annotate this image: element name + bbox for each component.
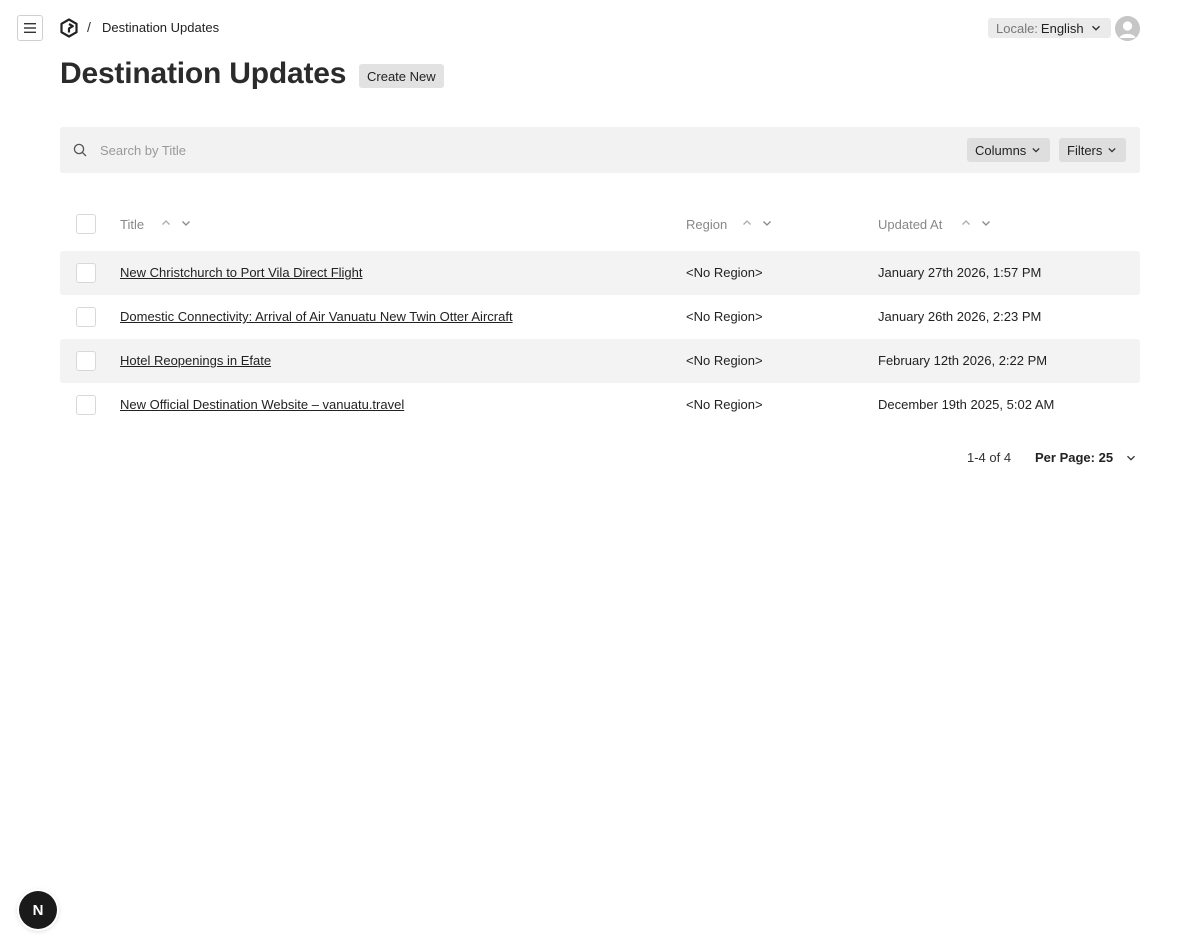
sort-controls-title: [160, 216, 192, 230]
row-region: <No Region>: [686, 397, 763, 412]
sort-controls-region: [741, 216, 773, 230]
chevron-up-icon: [962, 220, 970, 225]
table-row: Domestic Connectivity: Arrival of Air Va…: [60, 295, 1140, 339]
sort-ascending-button[interactable]: [741, 216, 753, 230]
select-all-checkbox[interactable]: [76, 214, 96, 234]
chevron-down-icon: [982, 221, 990, 226]
filters-label: Filters: [1067, 142, 1103, 158]
search-icon: [73, 143, 87, 157]
row-region: <No Region>: [686, 309, 763, 324]
chevron-down-icon: [1032, 147, 1040, 153]
sort-controls-updated-at: [960, 216, 992, 230]
column-header-title: Title: [120, 217, 145, 232]
table-row: New Official Destination Website – vanua…: [60, 383, 1140, 427]
row-checkbox[interactable]: [76, 351, 96, 371]
table-row: New Christchurch to Port Vila Direct Fli…: [60, 251, 1140, 295]
row-region: <No Region>: [686, 353, 763, 368]
menu-toggle-button[interactable]: [17, 15, 43, 41]
user-avatar-icon: [1115, 16, 1140, 41]
row-title-link[interactable]: New Christchurch to Port Vila Direct Fli…: [120, 265, 363, 280]
chevron-up-icon: [743, 220, 751, 225]
locale-value: English: [1040, 20, 1084, 36]
per-page-label: Per Page: 25: [1035, 450, 1114, 465]
search-bar: Columns Filters: [60, 127, 1140, 173]
nextjs-dev-badge[interactable]: N: [19, 891, 57, 929]
row-title-link[interactable]: Domestic Connectivity: Arrival of Air Va…: [120, 309, 513, 324]
row-updated-at: December 19th 2025, 5:02 AM: [878, 397, 1055, 412]
table-header: Title Region Updated At: [60, 200, 1140, 248]
chevron-up-icon: [162, 220, 170, 225]
chevron-down-icon: [763, 221, 771, 226]
sort-descending-button[interactable]: [761, 216, 773, 230]
chevron-down-icon: [1127, 455, 1136, 461]
sort-descending-button[interactable]: [180, 216, 192, 230]
sort-ascending-button[interactable]: [160, 216, 172, 230]
row-region: <No Region>: [686, 265, 763, 280]
column-header-region: Region: [686, 217, 728, 232]
column-header-updated-at: Updated At: [878, 217, 943, 232]
chevron-down-icon: [182, 221, 190, 226]
pagination-info: 1-4 of 4: [967, 450, 1012, 465]
row-updated-at: February 12th 2026, 2:22 PM: [878, 353, 1048, 368]
per-page-selector[interactable]: Per Page: 25: [1035, 450, 1137, 465]
hamburger-menu-icon: [24, 23, 36, 33]
row-updated-at: January 27th 2026, 1:57 PM: [878, 265, 1042, 280]
chevron-down-icon: [1091, 25, 1100, 31]
columns-label: Columns: [975, 142, 1027, 158]
payload-logo-icon[interactable]: [59, 18, 79, 38]
top-bar: / Destination Updates Locale: English: [0, 0, 1200, 56]
breadcrumb-separator: /: [87, 19, 91, 35]
row-title-link[interactable]: Hotel Reopenings in Efate: [120, 353, 271, 368]
sort-ascending-button[interactable]: [960, 216, 972, 230]
create-new-button[interactable]: Create New: [359, 64, 444, 88]
locale-label: Locale:: [996, 20, 1038, 36]
columns-button[interactable]: Columns: [967, 138, 1051, 162]
filters-button[interactable]: Filters: [1059, 138, 1127, 162]
row-updated-at: January 26th 2026, 2:23 PM: [878, 309, 1042, 324]
page-title: Destination Updates: [60, 57, 347, 90]
sort-descending-button[interactable]: [980, 216, 992, 230]
table-row: Hotel Reopenings in Efate <No Region> Fe…: [60, 339, 1140, 383]
locale-selector[interactable]: Locale: English: [988, 18, 1111, 38]
row-checkbox[interactable]: [76, 307, 96, 327]
chevron-down-icon: [1108, 147, 1117, 153]
row-title-link[interactable]: New Official Destination Website – vanua…: [120, 397, 404, 412]
row-checkbox[interactable]: [76, 395, 96, 415]
search-input[interactable]: [100, 138, 960, 162]
row-checkbox[interactable]: [76, 263, 96, 283]
user-avatar[interactable]: [1115, 16, 1140, 41]
breadcrumb-current[interactable]: Destination Updates: [102, 20, 219, 35]
